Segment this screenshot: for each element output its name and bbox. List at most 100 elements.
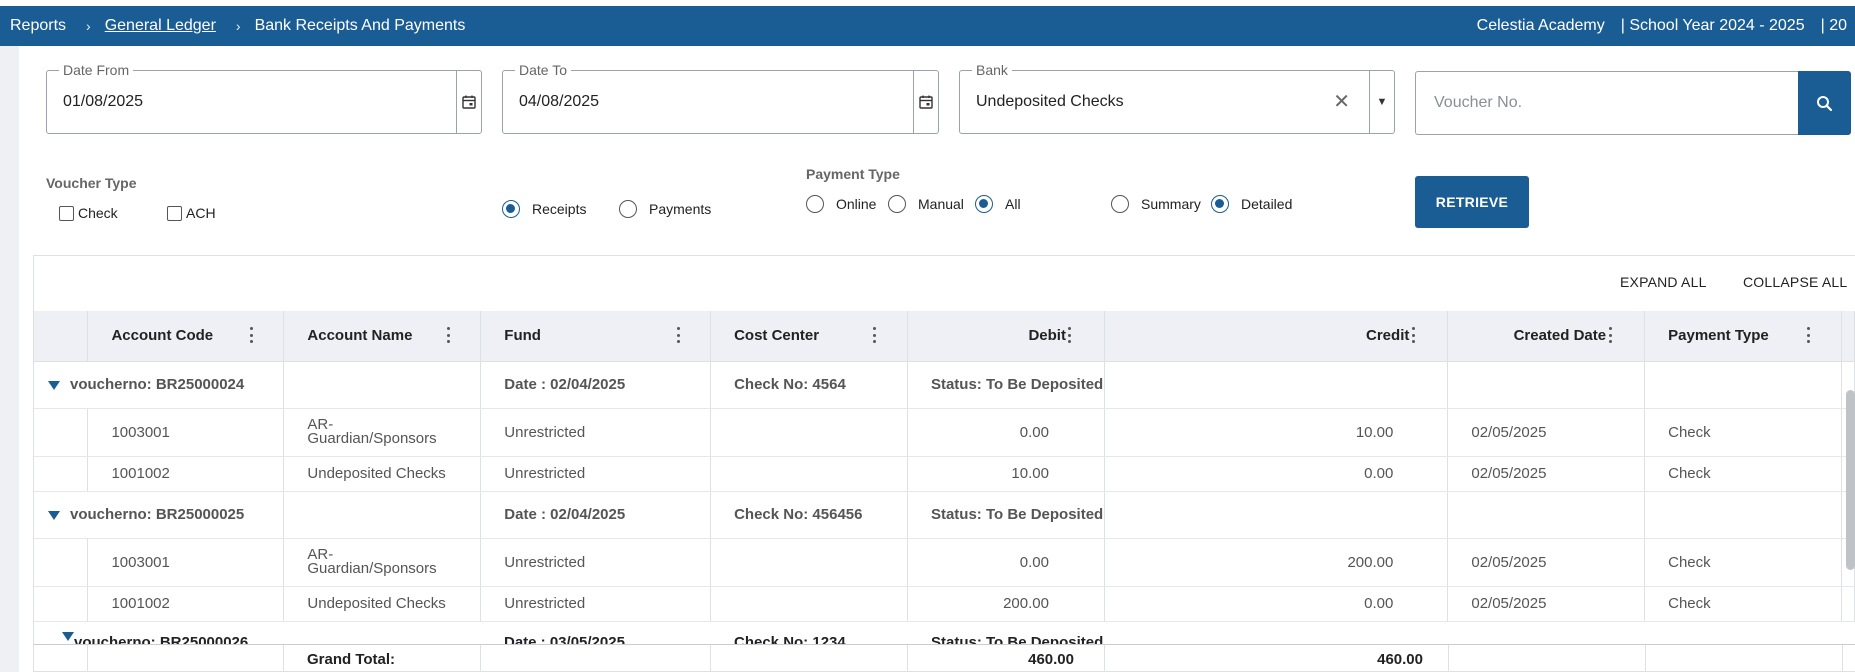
expand-all-button[interactable]: EXPAND ALL bbox=[1620, 274, 1707, 290]
check-checkbox[interactable]: Check bbox=[59, 205, 118, 221]
bank-select[interactable]: Bank Undeposited Checks ✕ ▼ bbox=[959, 62, 1395, 134]
payment-type: Check bbox=[1668, 423, 1711, 441]
account-name: Undeposited Checks bbox=[307, 595, 446, 612]
check-label: Check bbox=[78, 205, 118, 221]
col-credit[interactable]: Credit bbox=[1104, 311, 1449, 362]
col-fund[interactable]: Fund bbox=[480, 311, 712, 362]
col-account-code[interactable]: Account Code bbox=[87, 311, 285, 362]
column-label: Debit bbox=[1028, 327, 1066, 344]
credit-amount: 0.00 bbox=[1364, 595, 1394, 612]
radio-icon[interactable] bbox=[806, 195, 824, 213]
column-menu-icon[interactable] bbox=[249, 327, 253, 343]
dropdown-arrow-icon[interactable]: ▼ bbox=[1369, 71, 1394, 133]
table-row[interactable]: 1003001 AR-Guardian/Sponsors Unrestricte… bbox=[34, 538, 1855, 587]
voucher-number: voucherno: BR25000024 bbox=[70, 376, 245, 393]
column-menu-icon[interactable] bbox=[676, 327, 680, 343]
table-row[interactable]: 1001002 Undeposited Checks Unrestricted … bbox=[34, 586, 1855, 622]
credit-amount: 10.00 bbox=[1355, 423, 1394, 441]
voucher-status: Status: To Be Deposited bbox=[930, 376, 1104, 393]
collapse-all-button[interactable]: COLLAPSE ALL bbox=[1743, 274, 1847, 290]
chevron-right-icon: › bbox=[86, 18, 91, 34]
voucher-date: Date : 02/04/2025 bbox=[504, 506, 626, 523]
collapse-triangle-icon[interactable] bbox=[48, 510, 60, 520]
all-radio[interactable]: All bbox=[975, 195, 1021, 213]
ach-checkbox[interactable]: ACH bbox=[167, 205, 216, 221]
col-cost-center[interactable]: Cost Center bbox=[710, 311, 908, 362]
search-button[interactable] bbox=[1798, 71, 1851, 135]
check-number: Check No: 4564 bbox=[734, 376, 846, 393]
summary-label: Summary bbox=[1141, 196, 1201, 212]
breadcrumb-reports[interactable]: Reports bbox=[10, 17, 66, 35]
debit-amount: 200.00 bbox=[1003, 595, 1049, 612]
fund: Unrestricted bbox=[504, 423, 586, 441]
retrieve-button[interactable]: RETRIEVE bbox=[1415, 176, 1529, 228]
col-debit[interactable]: Debit bbox=[907, 311, 1105, 362]
radio-selected-icon[interactable] bbox=[975, 195, 993, 213]
radio-selected-icon[interactable] bbox=[502, 200, 520, 218]
payments-radio[interactable]: Payments bbox=[619, 200, 711, 218]
date-from-value[interactable]: 01/08/2025 bbox=[63, 93, 143, 111]
payment-type: Check bbox=[1668, 595, 1711, 612]
column-label: Credit bbox=[1366, 327, 1410, 344]
calendar-icon[interactable] bbox=[913, 71, 938, 133]
radio-icon[interactable] bbox=[619, 200, 637, 218]
column-menu-icon[interactable] bbox=[446, 327, 450, 343]
table-row[interactable]: 1003001 AR-Guardian/Sponsors Unrestricte… bbox=[34, 408, 1855, 457]
radio-icon[interactable] bbox=[888, 195, 906, 213]
grand-total-row: Grand Total: 460.00 460.00 bbox=[34, 644, 1855, 671]
column-label: Account Code bbox=[111, 327, 214, 345]
account-code: 1001002 bbox=[111, 595, 170, 612]
fund: Unrestricted bbox=[504, 465, 586, 482]
clear-icon[interactable]: ✕ bbox=[1333, 89, 1350, 114]
column-menu-icon[interactable] bbox=[1608, 327, 1612, 343]
checkbox-box[interactable] bbox=[167, 205, 182, 221]
ledger-table: Account Code Account Name Fund Cost Cent… bbox=[34, 311, 1855, 622]
account-code: 1001002 bbox=[111, 465, 170, 482]
all-label: All bbox=[1005, 196, 1021, 212]
bank-label: Bank bbox=[972, 62, 1012, 78]
detailed-radio[interactable]: Detailed bbox=[1211, 195, 1292, 213]
debit-amount: 10.00 bbox=[1011, 465, 1049, 482]
column-menu-icon[interactable] bbox=[1807, 327, 1811, 343]
breadcrumb-general-ledger[interactable]: General Ledger bbox=[105, 17, 216, 35]
radio-selected-icon[interactable] bbox=[1211, 195, 1229, 213]
checkbox-box[interactable] bbox=[59, 205, 74, 221]
voucher-status: Status: To Be Deposited bbox=[930, 506, 1104, 523]
left-gutter bbox=[0, 46, 19, 672]
voucher-group-row[interactable]: voucherno: BR25000025 Date : 02/04/2025 … bbox=[34, 491, 1855, 539]
date-from-field[interactable]: Date From 01/08/2025 bbox=[46, 62, 482, 134]
payment-type-label: Payment Type bbox=[806, 166, 900, 182]
voucher-group-row[interactable]: voucherno: BR25000024 Date : 02/04/2025 … bbox=[34, 361, 1855, 409]
credit-amount: 200.00 bbox=[1347, 553, 1394, 571]
date-to-field[interactable]: Date To 04/08/2025 bbox=[502, 62, 939, 134]
school-name: Celestia Academy bbox=[1476, 17, 1605, 34]
summary-radio[interactable]: Summary bbox=[1111, 195, 1201, 213]
results-grid: EXPAND ALL COLLAPSE ALL Account Code Acc… bbox=[33, 255, 1855, 672]
receipts-label: Receipts bbox=[532, 201, 587, 217]
manual-label: Manual bbox=[918, 196, 964, 212]
col-payment-type[interactable]: Payment Type bbox=[1644, 311, 1842, 362]
voucher-no-input[interactable] bbox=[1415, 71, 1798, 135]
fund: Unrestricted bbox=[504, 553, 586, 571]
table-row[interactable]: 1001002 Undeposited Checks Unrestricted … bbox=[34, 456, 1855, 492]
collapse-triangle-icon[interactable] bbox=[48, 380, 60, 390]
calendar-icon[interactable] bbox=[456, 71, 481, 133]
receipts-radio[interactable]: Receipts bbox=[502, 200, 586, 218]
scrollbar-thumb[interactable] bbox=[1846, 390, 1855, 570]
vertical-scrollbar[interactable] bbox=[1846, 370, 1855, 670]
bank-value[interactable]: Undeposited Checks bbox=[976, 93, 1124, 111]
radio-icon[interactable] bbox=[1111, 195, 1129, 213]
column-menu-icon[interactable] bbox=[873, 327, 877, 343]
created-date: 02/05/2025 bbox=[1471, 595, 1547, 612]
account-name: AR-Guardian/Sponsors bbox=[307, 416, 437, 447]
debit-amount: 0.00 bbox=[1019, 423, 1049, 441]
col-created-date[interactable]: Created Date bbox=[1447, 311, 1646, 362]
col-account-name[interactable]: Account Name bbox=[283, 311, 482, 362]
column-menu-icon[interactable] bbox=[1068, 327, 1072, 343]
school-year: | School Year 2024 - 2025 bbox=[1620, 17, 1805, 34]
manual-radio[interactable]: Manual bbox=[888, 195, 964, 213]
voucher-number: voucherno: BR25000025 bbox=[70, 506, 245, 523]
column-menu-icon[interactable] bbox=[1411, 327, 1415, 343]
date-to-value[interactable]: 04/08/2025 bbox=[519, 93, 599, 111]
online-radio[interactable]: Online bbox=[806, 195, 876, 213]
